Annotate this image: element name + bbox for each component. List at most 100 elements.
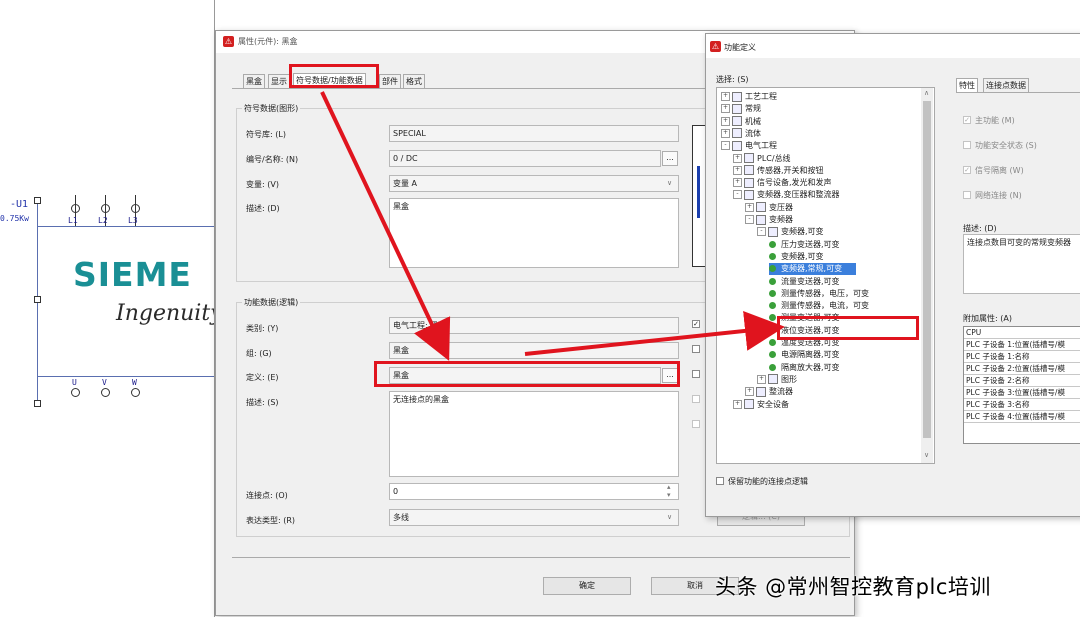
expand-icon[interactable]: + bbox=[733, 178, 742, 188]
tree-item[interactable]: 测量传感器，电流，可变 bbox=[769, 300, 869, 312]
tree-item[interactable]: + 安全设备 bbox=[733, 399, 789, 411]
tree-item[interactable]: + 流体 bbox=[721, 128, 761, 140]
tree-item[interactable]: - 变频器 bbox=[745, 214, 793, 226]
func-desc-field[interactable]: 连接点数目可变的常规变频器 bbox=[963, 234, 1080, 294]
collapse-icon[interactable]: - bbox=[745, 215, 754, 224]
function-title: 功能定义 bbox=[724, 43, 756, 52]
tree-item[interactable]: + 常规 bbox=[721, 103, 761, 115]
folder-icon bbox=[756, 386, 766, 397]
symbol-number-field[interactable]: 0 / DC bbox=[389, 150, 661, 167]
function-titlebar[interactable]: ⚠ 功能定义 bbox=[706, 34, 1080, 58]
scroll-thumb[interactable] bbox=[923, 101, 931, 438]
grid-row[interactable]: PLC 子设备 1:名称 bbox=[964, 351, 1080, 363]
tree-item[interactable]: 压力变送器,可变 bbox=[769, 239, 840, 251]
tree-item[interactable]: + 信号设备,发光和发声 bbox=[733, 177, 832, 189]
grid-row[interactable]: PLC 子设备 3:名称 bbox=[964, 399, 1080, 411]
keep-logic-label: 保留功能的连接点逻辑 bbox=[728, 477, 808, 486]
symbol-variant-select[interactable]: 变量 A bbox=[389, 175, 679, 192]
bottom-separator bbox=[232, 557, 850, 558]
tree-item[interactable]: 测量传感器，电压，可变 bbox=[769, 288, 869, 300]
folder-icon bbox=[732, 128, 742, 139]
category-field[interactable]: 电气工程: 黑盒 bbox=[389, 317, 679, 334]
tree-item[interactable]: 电源隔离器,可变 bbox=[769, 349, 840, 361]
tree-item[interactable]: - 电气工程 bbox=[721, 140, 777, 152]
tab-format[interactable]: 格式 bbox=[403, 74, 425, 89]
grid-row[interactable]: PLC 子设备 2:位置(插槽号/模 bbox=[964, 363, 1080, 375]
tree-item[interactable]: + 工艺工程 bbox=[721, 91, 777, 103]
expand-icon[interactable]: + bbox=[745, 387, 754, 397]
function-tree[interactable]: + 工艺工程 + 常规 + 机械 + 流体 - 电气工程 + PLC/总线 + 传感器,开关和按钮 + 信号设… bbox=[716, 87, 935, 464]
function-desc-field[interactable]: 无连接点的黑盒 bbox=[389, 391, 679, 477]
repr-type-label: 表达类型: (R) bbox=[246, 516, 296, 525]
tree-item[interactable]: + 传感器,开关和按钮 bbox=[733, 165, 824, 177]
tree-item-selected[interactable]: 变频器,常规,可变 bbox=[769, 263, 857, 276]
pin-u bbox=[71, 388, 80, 397]
grid-row[interactable]: PLC 子设备 1:位置(插槽号/模 bbox=[964, 339, 1080, 351]
tree-item-label: 测量传感器，电流，可变 bbox=[781, 301, 869, 311]
collapse-icon[interactable]: - bbox=[721, 141, 730, 151]
expand-icon[interactable]: + bbox=[721, 116, 730, 126]
func-tab-strip-line bbox=[956, 92, 1080, 93]
grid-row[interactable]: PLC 子设备 4:位置(插槽号/模 bbox=[964, 411, 1080, 423]
tree-item[interactable]: 隔离放大器,可变 bbox=[769, 362, 840, 374]
tree-item[interactable]: + 机械 bbox=[721, 116, 761, 128]
scroll-down-icon[interactable]: ∨ bbox=[924, 451, 929, 459]
expand-icon[interactable]: + bbox=[721, 104, 730, 114]
expand-icon[interactable]: + bbox=[757, 374, 766, 384]
select-label: 选择: (S) bbox=[716, 75, 749, 84]
option-checkbox-2[interactable] bbox=[692, 420, 700, 428]
expand-icon[interactable]: + bbox=[721, 92, 730, 101]
spinner-icon[interactable]: ▴ ▾ bbox=[667, 483, 671, 499]
symbol-library-field[interactable]: SPECIAL bbox=[389, 125, 679, 142]
tree-item[interactable]: - 变频器,可变 bbox=[757, 226, 824, 238]
tree-item[interactable]: + 图形 bbox=[757, 374, 797, 386]
function-leaf-icon bbox=[769, 302, 776, 310]
tree-item-label: 信号设备,发光和发声 bbox=[757, 178, 832, 188]
tree-item[interactable]: 变频器,可变 bbox=[769, 251, 824, 263]
expand-icon[interactable]: + bbox=[733, 165, 742, 175]
safety-state-checkbox[interactable] bbox=[963, 141, 971, 149]
expand-icon[interactable]: + bbox=[721, 128, 730, 138]
group-checkbox[interactable] bbox=[692, 345, 700, 353]
chevron-down-icon: ∨ bbox=[667, 179, 673, 187]
function-leaf-icon bbox=[769, 265, 776, 273]
grid-row[interactable]: PLC 子设备 2:名称 bbox=[964, 375, 1080, 387]
tree-item[interactable]: + 变压器 bbox=[745, 202, 793, 214]
expand-icon[interactable]: + bbox=[745, 202, 754, 212]
symbol-desc-field[interactable]: 黑盒 bbox=[389, 198, 679, 268]
schematic-bottom-line bbox=[37, 376, 215, 377]
ok-button[interactable]: 确定 bbox=[543, 577, 631, 595]
category-checkbox[interactable]: ✓ bbox=[692, 320, 700, 328]
option-checkbox-1[interactable] bbox=[692, 395, 700, 403]
main-function-checkbox[interactable]: ✓ bbox=[963, 116, 971, 124]
tab-black-box[interactable]: 黑盒 bbox=[243, 74, 265, 89]
extra-props-grid[interactable]: CPU PLC 子设备 1:位置(插槽号/模 PLC 子设备 1:名称 PLC … bbox=[963, 326, 1080, 444]
app-logo-icon: ⚠ bbox=[223, 36, 234, 47]
tree-item[interactable]: 流量变送器,可变 bbox=[769, 276, 840, 288]
tree-item[interactable]: + PLC/总线 bbox=[733, 153, 791, 165]
tab-properties[interactable]: 特性 bbox=[956, 78, 978, 93]
tab-parts[interactable]: 部件 bbox=[379, 74, 401, 89]
tree-item[interactable]: + 整流器 bbox=[745, 386, 793, 398]
signal-isolation-checkbox[interactable]: ✓ bbox=[963, 166, 971, 174]
tree-scrollbar[interactable]: ∧ ∨ bbox=[921, 88, 933, 463]
tab-display[interactable]: 显示 bbox=[268, 74, 290, 89]
collapse-icon[interactable]: - bbox=[733, 190, 742, 200]
grid-row[interactable]: PLC 子设备 3:位置(插槽号/模 bbox=[964, 387, 1080, 399]
expand-icon[interactable]: + bbox=[733, 153, 742, 163]
connection-field[interactable]: 0 bbox=[389, 483, 679, 500]
expand-icon[interactable]: + bbox=[733, 399, 742, 409]
keep-logic-checkbox[interactable] bbox=[716, 477, 724, 485]
network-connection-checkbox[interactable] bbox=[963, 191, 971, 199]
symbol-number-browse-button[interactable]: ... bbox=[662, 151, 678, 166]
group-field[interactable]: 黑盒 bbox=[389, 342, 679, 359]
tab-connection-data[interactable]: 连接点数据 bbox=[983, 78, 1029, 93]
properties-title: 属性(元件): 黑盒 bbox=[238, 37, 298, 46]
grid-row[interactable]: CPU bbox=[964, 327, 1080, 339]
definition-checkbox[interactable] bbox=[692, 370, 700, 378]
scroll-up-icon[interactable]: ∧ bbox=[924, 89, 929, 97]
collapse-icon[interactable]: - bbox=[757, 227, 766, 237]
tree-item[interactable]: - 变频器,变压器和整流器 bbox=[733, 189, 840, 201]
function-leaf-icon bbox=[769, 326, 776, 334]
repr-type-select[interactable]: 多线 bbox=[389, 509, 679, 526]
